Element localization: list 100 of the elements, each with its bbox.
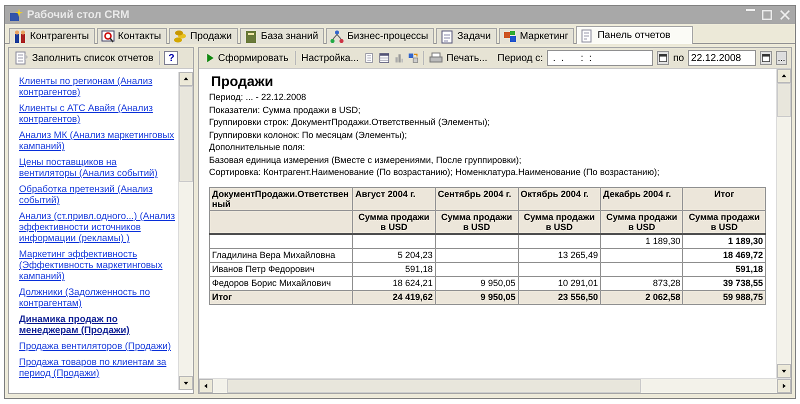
tab[interactable]: Задачи	[436, 28, 497, 44]
total-cell: 23 556,50	[518, 290, 601, 304]
table-cell: Иванов Петр Федорович	[210, 262, 353, 276]
calendar-button[interactable]	[760, 51, 772, 65]
calendar-button[interactable]	[657, 51, 670, 65]
calendar-icon	[761, 53, 772, 63]
coins-icon	[173, 30, 188, 44]
window-title: Рабочий стол CRM	[27, 9, 130, 21]
tab[interactable]: Продажи	[169, 28, 238, 44]
down-arrow-icon	[182, 379, 190, 387]
report-parameter: Период: ... - 22.12.2008	[209, 91, 308, 104]
document-icon	[580, 28, 594, 42]
printer-icon	[429, 51, 444, 65]
total-cell: 9 950,05	[435, 290, 518, 304]
close-icon	[779, 9, 791, 21]
column-header: Октябрь 2004 г.	[518, 187, 601, 210]
transfer-icon	[408, 51, 419, 65]
table-cell: Гладилина Вера Михайловна	[210, 248, 353, 262]
report-link[interactable]: Анализ МК (Анализ маркетинговых кампаний)	[19, 130, 176, 152]
report-link[interactable]: Клиенты с АТС Авайя (Анализ контрагентов)	[19, 103, 176, 125]
report-link[interactable]: Продажа вентиляторов (Продажи)	[19, 341, 176, 352]
column-header: Сумма продажи в USD	[682, 210, 766, 234]
calendar-icon	[658, 53, 668, 63]
up-arrow-icon	[182, 75, 190, 83]
maximize-icon	[761, 9, 773, 21]
people-icon	[13, 30, 27, 44]
total-cell: 24 419,62	[352, 290, 436, 304]
table-cell: 39 738,55	[682, 276, 766, 290]
report-parameter: Группировки колонок: По месяцам (Элементы);	[209, 128, 408, 141]
print-button[interactable]: Печать...	[427, 50, 490, 66]
report-parameter: Показатели: Сумма продажи в USD;	[209, 104, 362, 116]
tab[interactable]: Контакты	[96, 28, 168, 44]
report-link[interactable]: Клиенты по регионам (Анализ контрагентов)	[19, 76, 176, 98]
minimize-icon	[746, 9, 755, 11]
table-cell: 9 950,05	[435, 276, 518, 290]
report-link[interactable]: Цены поставщиков на вентиляторы (Анализ событий)	[19, 157, 176, 179]
report-title: Продажи	[211, 73, 274, 89]
report-parameter: Группировки строк: ДокументПродажи.Ответственный (Элементы);	[209, 116, 491, 128]
table-cell: 10 291,01	[518, 276, 601, 290]
tab[interactable]: Маркетинг	[498, 28, 574, 44]
generate-button[interactable]: Сформировать	[203, 51, 290, 65]
tab[interactable]: Контрагенты	[9, 28, 95, 44]
document-list-icon	[364, 51, 376, 65]
table-cell: 18 469,72	[682, 248, 766, 262]
help-button[interactable]: ?	[164, 51, 178, 65]
up-arrow-icon	[780, 72, 788, 80]
column-header: Сумма продажи в USD	[518, 210, 601, 234]
magnifier-icon	[100, 30, 115, 44]
report-link[interactable]: Должники (Задолженность по контрагентам)	[19, 287, 176, 309]
column-header: Сумма продажи в USD	[435, 210, 518, 234]
column-header: Итог	[682, 187, 766, 210]
report-parameter: Дополнительные поля:	[209, 141, 306, 154]
report-link[interactable]: Маркетинг эффективность (Эффективность маркетинговых кампаний)	[19, 249, 176, 282]
column-header: Сумма продажи в USD	[600, 210, 683, 234]
tab[interactable]: База знаний	[240, 28, 324, 44]
app-icon	[9, 8, 23, 22]
report-parameter: Базовая единица измерения (Вместе с измерениями, После группировки);	[209, 154, 522, 166]
period-from-field[interactable]: . . : :	[547, 50, 654, 66]
play-icon	[205, 52, 215, 64]
diagram-icon	[330, 30, 344, 44]
vertical-scrollbar[interactable]	[178, 72, 193, 390]
vertical-scrollbar[interactable]	[776, 69, 791, 378]
table-cell: 13 265,49	[518, 248, 601, 262]
settings-button[interactable]: Настройка...	[299, 52, 361, 64]
period-to-field[interactable]: 22.12.2008	[688, 50, 756, 66]
column-header: Сентябрь 2004 г.	[435, 187, 518, 210]
right-arrow-icon	[780, 382, 788, 390]
tab[interactable]: Бизнес-процессы	[326, 28, 434, 44]
total-cell: 2 062,58	[600, 290, 683, 304]
scroll-thumb[interactable]	[179, 86, 193, 182]
report-parameter: Сортировка: Контрагент.Наименование (По возрастанию); Номенклатура.Наименование (По возрастанию);	[209, 166, 661, 178]
document-list-icon	[15, 51, 29, 65]
tab[interactable]: Панель отчетов	[576, 26, 694, 44]
report-link[interactable]: Анализ (ст.привл.одного...) (Анализ эффективности источников информации (рекламы) )	[19, 211, 176, 244]
column-header: ДокументПродажи.Ответственный	[210, 187, 353, 210]
table-cell: 1 189,30	[682, 234, 766, 248]
column-header: Август 2004 г.	[352, 187, 436, 210]
table-cell: Федоров Борис Михайлович	[210, 276, 353, 290]
more-button[interactable]: ...	[776, 51, 787, 65]
to-label: по	[673, 52, 684, 64]
report-link[interactable]: Динамика продаж по менеджерам (Продажи)	[19, 314, 176, 336]
total-cell: 59 988,75	[682, 290, 766, 304]
table-cell: 18 624,21	[352, 276, 436, 290]
column-header: Декабрь 2004 г.	[600, 187, 683, 210]
report-link[interactable]: Продажа товаров по клиентам за период (Продажи)	[19, 357, 176, 379]
table-cell: 873,28	[600, 276, 683, 290]
horizontal-scrollbar[interactable]	[199, 378, 791, 393]
table-cell: 1 189,30	[600, 234, 683, 248]
report-link[interactable]: Обработка претензий (Анализ событий)	[19, 184, 176, 206]
fill-list-button[interactable]: Заполнить список отчетов	[13, 50, 156, 66]
left-arrow-icon	[202, 382, 210, 390]
notepad-icon	[440, 30, 454, 44]
scroll-thumb[interactable]	[777, 83, 791, 117]
table-cell: 591,18	[352, 262, 436, 276]
scroll-thumb[interactable]	[227, 379, 642, 393]
period-label: Период с:	[497, 52, 544, 64]
table-cell: 591,18	[682, 262, 766, 276]
table-icon	[379, 51, 390, 65]
column-header: Сумма продажи в USD	[352, 210, 436, 234]
book-icon	[244, 30, 258, 44]
